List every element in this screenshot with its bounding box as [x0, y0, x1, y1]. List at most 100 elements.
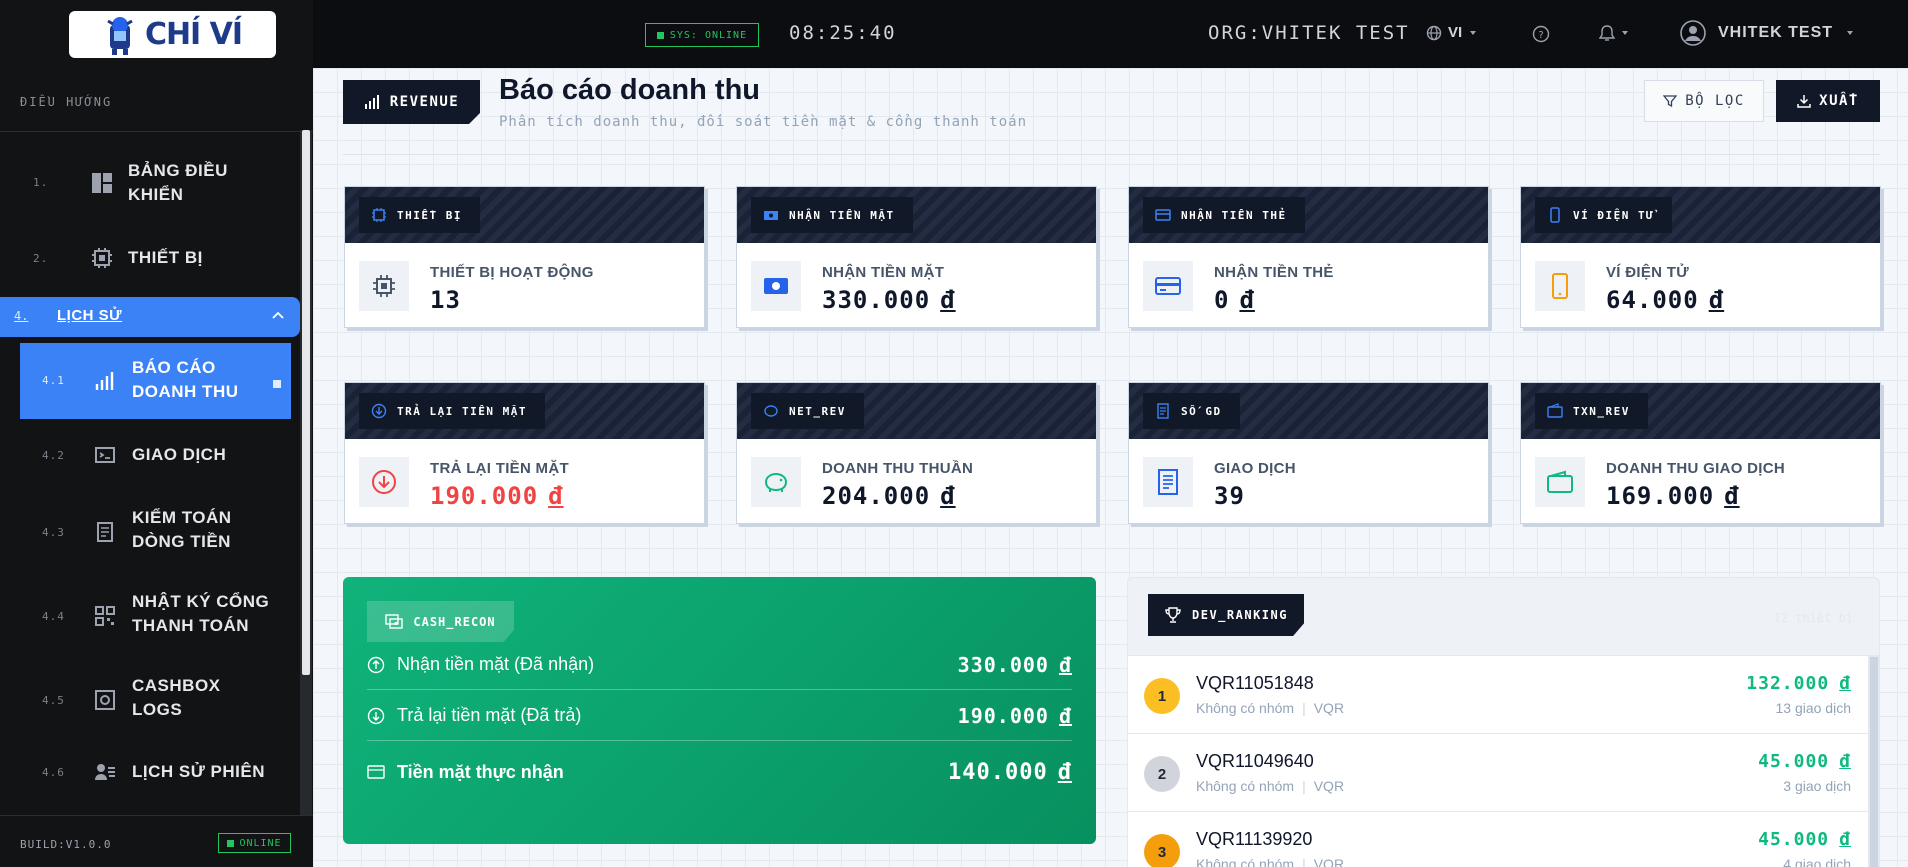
receipt-icon — [1143, 457, 1193, 507]
device-name: VQR11051848 — [1196, 673, 1314, 693]
sidebar-item-revenue-report[interactable]: 4.1 BÁO CÁO DOANH THU — [20, 343, 291, 419]
value-number: 190.000 — [957, 703, 1049, 728]
currency-symbol: đ — [1724, 482, 1740, 510]
sidebar-group-history[interactable]: 4. LỊCH SỬ — [0, 297, 300, 337]
recon-row-cash-received: Nhận tiền mặt (Đã nhận) 330.000 đ — [367, 640, 1072, 690]
card-label: DOANH THU GIAO DỊCH — [1606, 460, 1786, 477]
currency-symbol: đ — [1058, 703, 1072, 728]
chevron-up-icon[interactable] — [272, 310, 284, 322]
currency-symbol: đ — [1839, 829, 1851, 850]
card-tab-label: VÍ ĐIỆN TỬ — [1573, 208, 1655, 222]
label-line-1: CASHBOX — [132, 676, 221, 695]
device-group: Không có nhóm — [1196, 856, 1295, 867]
card-header: SỐ GD — [1129, 383, 1488, 439]
ranking-row[interactable]: 3 VQR11139920 Không có nhóm | VQR 45.000 đ … — [1128, 812, 1868, 867]
help-icon[interactable]: ? — [1532, 25, 1550, 43]
build-version: BUILD:V1.0.0 — [20, 838, 112, 851]
card-tab: THIẾT BỊ — [359, 197, 480, 233]
currency-symbol: đ — [940, 482, 956, 510]
main-content: REVENUE Báo cáo doanh thu Phân tích doan… — [313, 68, 1908, 867]
ranking-scrollbar-thumb[interactable] — [1870, 657, 1878, 867]
card-tab: VÍ ĐIỆN TỬ — [1535, 197, 1673, 233]
card-tab: TRẢ LẠI TIỀN MẶT — [359, 393, 545, 429]
export-button[interactable]: XUẤT — [1776, 80, 1880, 122]
phone-icon — [1535, 261, 1585, 311]
card-value: 0đ — [1214, 286, 1255, 314]
buffalo-mascot-icon — [107, 16, 133, 55]
label-line-2: THANH TOÁN — [132, 616, 250, 635]
svg-text:?: ? — [1538, 30, 1543, 41]
topbar: SYS: ONLINE 08:25:40 ORG:VHITEK TEST VI … — [313, 0, 1908, 68]
device-count: 12 thiết bị — [1773, 611, 1853, 625]
sidebar-item-cashflow-audit[interactable]: 4.3 KIỂM TOÁN DÒNG TIỀN — [20, 503, 291, 561]
nav-header: ĐIỀU HƯỚNG — [0, 72, 313, 132]
sidebar-item-cashbox-logs[interactable]: 4.5 CASHBOX LOGS — [20, 671, 291, 729]
sidebar-item-label: LỊCH SỬ PHIÊN — [132, 762, 266, 781]
nav-number: 4.2 — [42, 449, 65, 462]
card-tab: TXN_REV — [1535, 393, 1648, 429]
filter-button[interactable]: BỘ LỌC — [1644, 80, 1764, 122]
language-label: VI — [1448, 24, 1463, 41]
ranking-row[interactable]: 2 VQR11049640 Không có nhóm | VQR 45.000 đ … — [1128, 734, 1868, 812]
recon-label: Trả lại tiền mặt (Đã trả) — [397, 705, 582, 725]
header-divider — [343, 154, 1880, 155]
card-tab: NET_REV — [751, 393, 864, 429]
nav-number: 4.4 — [42, 610, 65, 623]
sidebar-item-session-history[interactable]: 4.6 LỊCH SỬ PHIÊN — [20, 754, 291, 790]
label-line-1: BÁO CÁO — [132, 358, 216, 377]
device-meta: Không có nhóm | VQR — [1196, 856, 1344, 867]
value-number: 39 — [1214, 482, 1245, 510]
sidebar-item-dashboard[interactable]: 1. BẢNG ĐIỀU KHIỂN — [0, 152, 300, 214]
rank-medal: 3 — [1144, 834, 1180, 867]
sidebar-item-label: BÁO CÁO DOANH THU — [132, 356, 239, 404]
export-button-label: XUẤT — [1819, 93, 1859, 109]
sidebar-item-devices[interactable]: 2. THIẾT BỊ — [0, 240, 300, 276]
wallet-icon — [1535, 457, 1585, 507]
nav-number: 4.6 — [42, 766, 65, 779]
chip-icon — [359, 261, 409, 311]
sidebar-scrollbar-thumb[interactable] — [302, 130, 310, 675]
value-number: 190.000 — [430, 482, 539, 510]
card-tab-label: SỐ GD — [1181, 404, 1222, 418]
card-tab-label: NET_REV — [789, 404, 846, 418]
ranking-row[interactable]: 1 VQR11051848 Không có nhóm | VQR 132.000 đ… — [1128, 656, 1868, 734]
nav-number: 4.5 — [42, 694, 65, 707]
phone-icon — [1550, 207, 1560, 223]
value-number: 169.000 — [1606, 482, 1715, 510]
card-value: 169.000 đ — [1606, 482, 1740, 510]
card-header: NHẬN TIỀN MẶT — [737, 187, 1096, 243]
device-txn-count: 3 giao dịch — [1783, 778, 1851, 794]
language-selector[interactable]: VI — [1426, 24, 1478, 41]
value-number: 64.000 — [1606, 286, 1699, 314]
status-text: ONLINE — [239, 837, 282, 849]
wallet-icon — [367, 765, 385, 779]
card-label: NHẬN TIỀN THẺ — [1214, 264, 1334, 281]
brand-logo[interactable]: CHÍ VÍ — [69, 11, 276, 58]
device-txn-count: 4 giao dịch — [1783, 856, 1851, 867]
recon-label: Nhận tiền mặt (Đã nhận) — [397, 654, 595, 674]
notifications-button[interactable] — [1599, 24, 1630, 42]
caret-down-icon — [1847, 31, 1854, 35]
user-menu[interactable]: VHITEK TEST — [1680, 20, 1855, 46]
card-tab: SỐ GD — [1143, 393, 1240, 429]
stat-card-net-revenue: NET_REV DOANH THU THUẦN 204.000 đ — [736, 382, 1097, 524]
card-value: 39 — [1214, 482, 1245, 510]
separator: | — [1302, 778, 1306, 794]
card-value: 13 — [430, 286, 461, 314]
stat-card-card-in: NHẬN TIỀN THẺ NHẬN TIỀN THẺ 0đ — [1128, 186, 1489, 328]
status-square-icon — [656, 31, 664, 39]
bell-icon — [1599, 25, 1615, 41]
page-subtitle: Phân tích doanh thu, đối soát tiền mặt &… — [499, 114, 1028, 130]
bar-chart-icon — [95, 372, 114, 390]
value-number: 140.000 — [948, 759, 1048, 785]
card-tab: NHẬN TIỀN THẺ — [1143, 197, 1305, 233]
card-value: 190.000 đ — [430, 482, 564, 510]
qr-icon — [95, 606, 115, 626]
sidebar-item-gateway-log[interactable]: 4.4 NHẬT KÝ CỔNG THANH TOÁN — [20, 587, 291, 645]
device-type: VQR — [1313, 778, 1345, 794]
device-group: Không có nhóm — [1196, 700, 1295, 716]
piggy-bank-icon — [751, 457, 801, 507]
status-square-icon — [227, 839, 235, 847]
sidebar-item-transactions[interactable]: 4.2 GIAO DỊCH — [20, 437, 291, 473]
card-header: TRẢ LẠI TIỀN MẶT — [345, 383, 704, 439]
